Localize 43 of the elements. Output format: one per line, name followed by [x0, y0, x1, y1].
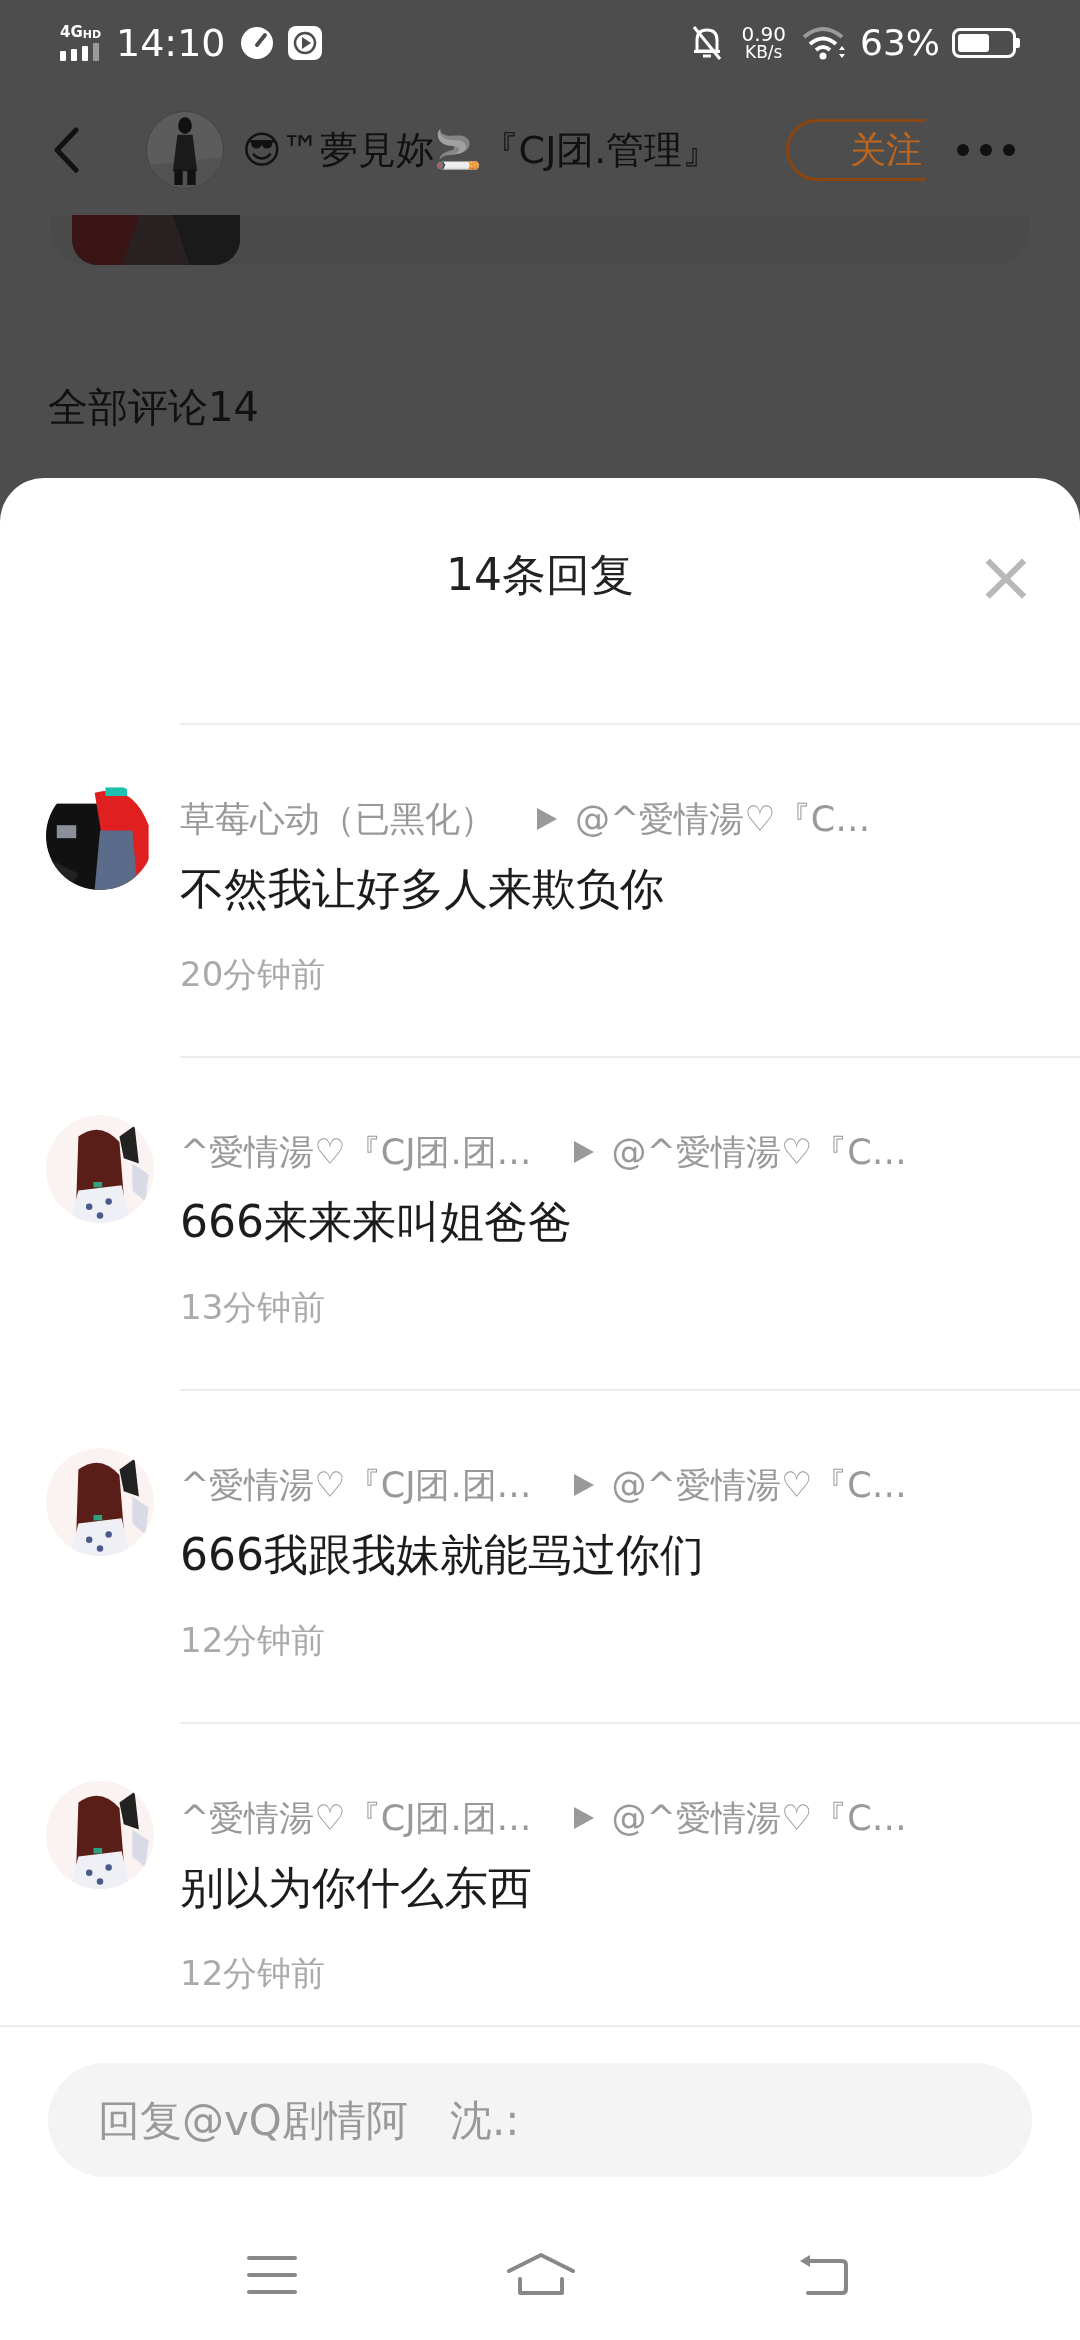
reply-input[interactable]: 回复@vQ剧情阿 沈.: — [48, 2063, 1032, 2177]
menu-icon[interactable] — [247, 2255, 297, 2295]
network-speed: 0.90 — [741, 24, 786, 44]
speedometer-icon — [239, 25, 274, 60]
back-icon[interactable] — [798, 2253, 848, 2297]
triangle-icon — [573, 1474, 594, 1496]
reply-target[interactable]: @^愛情湯♡『C… — [611, 1458, 907, 1512]
sheet-title: 14条回复 — [446, 548, 634, 602]
reply-time: 12分钟前 — [180, 1951, 326, 1995]
reply-text: 别以为你什么东西 — [180, 1861, 532, 1915]
comments-heading: 全部评论14 — [48, 382, 259, 432]
back-icon[interactable] — [52, 127, 80, 173]
more-icon[interactable] — [956, 143, 1016, 157]
speed-unit: KB/s — [745, 44, 783, 61]
reply-time: 12分钟前 — [180, 1618, 326, 1662]
triangle-icon — [573, 1807, 594, 1829]
reply-time: 13分钟前 — [180, 1285, 326, 1329]
reply-text: 666来来来叫姐爸爸 — [180, 1195, 572, 1249]
reply-time: 20分钟前 — [180, 952, 326, 996]
play-icon — [287, 25, 322, 60]
reply-target[interactable]: @^愛情湯♡『C… — [611, 1125, 907, 1179]
reply-text: 666我跟我妹就能骂过你们 — [180, 1528, 704, 1582]
follow-button[interactable]: 关注 — [786, 119, 926, 181]
reply-text: 不然我让好多人来欺负你 — [180, 862, 664, 916]
network-label: 4G — [60, 24, 83, 40]
user-name: 😎™夢見妳🚬『CJ团.管理』 — [242, 126, 721, 174]
signal-icon — [60, 42, 102, 61]
author-name[interactable]: ^愛情湯♡『CJ团.团… — [180, 1458, 532, 1512]
reply-target[interactable]: @^愛情湯♡『C… — [611, 1791, 907, 1845]
battery-percent: 63% — [860, 24, 940, 61]
author-name[interactable]: 草莓心动（已黑化） — [180, 792, 495, 846]
home-icon[interactable] — [506, 2253, 576, 2297]
reply-target[interactable]: @^愛情湯♡『C… — [575, 792, 871, 846]
wifi-icon — [802, 25, 848, 60]
battery-icon — [952, 27, 1020, 58]
muted-bell-icon — [691, 24, 724, 61]
triangle-icon — [537, 808, 557, 830]
triangle-icon — [573, 1141, 594, 1163]
network-type-label: HD — [82, 28, 102, 40]
close-button[interactable]: × — [975, 548, 1036, 604]
author-name[interactable]: ^愛情湯♡『CJ团.团… — [180, 1791, 532, 1845]
author-name[interactable]: ^愛情湯♡『CJ团.团… — [180, 1125, 532, 1179]
clock: 14:10 — [116, 23, 226, 62]
